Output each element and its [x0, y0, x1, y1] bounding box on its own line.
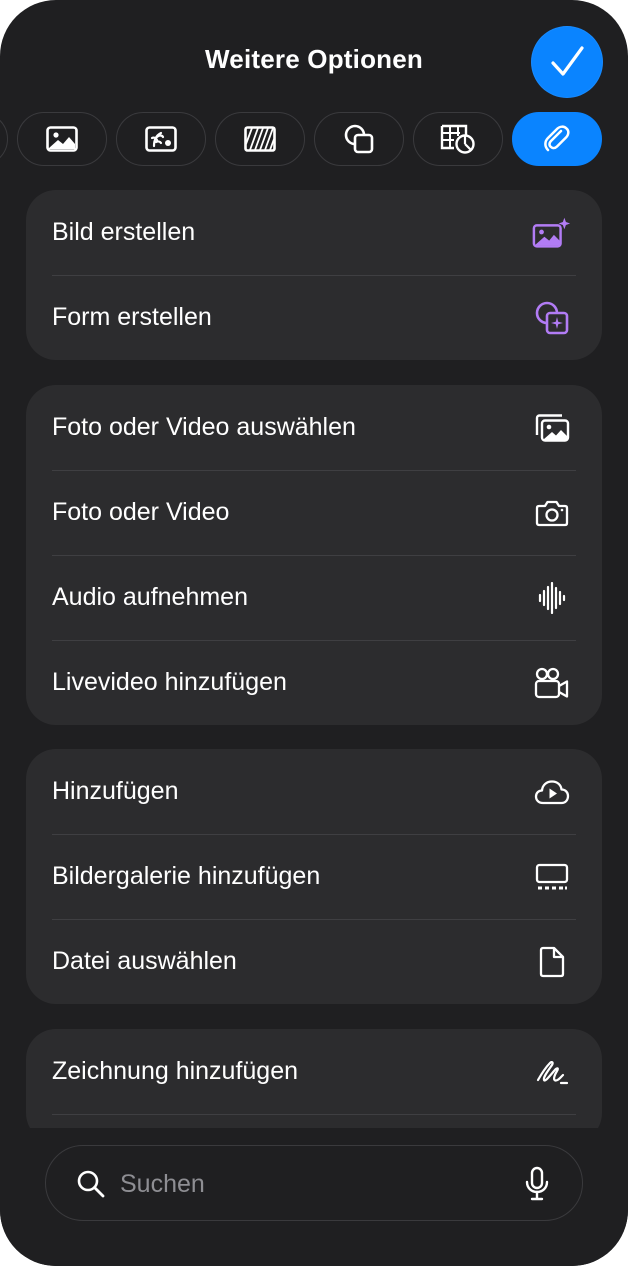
menu-item-label: Form erstellen: [52, 303, 212, 331]
scribble-icon: [532, 1052, 572, 1092]
tab-partial[interactable]: [0, 112, 8, 166]
menu-item-create-shape[interactable]: Form erstellen: [26, 275, 602, 360]
menu-item-label: Bild erstellen: [52, 218, 196, 246]
shapes-icon: [344, 124, 374, 154]
menu-item-label: Datei auswählen: [52, 947, 237, 975]
menu-item-choose-file[interactable]: Datei auswählen: [26, 919, 602, 1004]
video-camera-icon: [532, 663, 572, 703]
cloud-play-icon: [532, 772, 572, 812]
menu-item-add[interactable]: Hinzufügen: [26, 749, 602, 834]
shape-sparkle-icon: [532, 298, 572, 338]
insert-group: Hinzufügen Bildergalerie hinzufügen Date…: [26, 749, 602, 1004]
tab-table-chart[interactable]: [413, 112, 503, 166]
tab-image[interactable]: [17, 112, 107, 166]
photo-library-icon: [532, 408, 572, 448]
more-options-sheet: Weitere Optionen Bild erstellen Form ers…: [0, 0, 628, 1266]
gallery-icon: [532, 857, 572, 897]
menu-item-create-image[interactable]: Bild erstellen: [26, 190, 602, 275]
tab-attachments[interactable]: [512, 112, 602, 166]
image-sparkle-icon: [532, 213, 572, 253]
menu-item-label: Livevideo hinzufügen: [52, 668, 287, 696]
pattern-icon: [244, 126, 276, 152]
waveform-icon: [532, 578, 572, 618]
menu-item-add-live-video[interactable]: Livevideo hinzufügen: [26, 640, 602, 725]
camera-icon: [532, 493, 572, 533]
menu-item-label: Bildergalerie hinzufügen: [52, 862, 321, 890]
paperclip-icon: [544, 125, 570, 152]
tab-media[interactable]: [116, 112, 206, 166]
menu-item-record-audio[interactable]: Audio aufnehmen: [26, 555, 602, 640]
menu-item-label: Hinzufügen: [52, 777, 179, 805]
done-button[interactable]: [531, 26, 603, 98]
media-icon: [145, 126, 177, 152]
tab-pattern[interactable]: [215, 112, 305, 166]
category-tab-bar: [0, 112, 628, 166]
tab-shapes[interactable]: [314, 112, 404, 166]
search-bar[interactable]: [45, 1145, 583, 1221]
document-icon: [532, 942, 572, 982]
search-area: [0, 1128, 628, 1266]
table-chart-icon: [440, 124, 475, 154]
menu-item-add-image-gallery[interactable]: Bildergalerie hinzufügen: [26, 834, 602, 919]
image-icon: [46, 126, 78, 152]
menu-item-label: Audio aufnehmen: [52, 583, 248, 611]
menu-item-choose-photo-video[interactable]: Foto oder Video auswählen: [26, 385, 602, 470]
drawing-group: Zeichnung hinzufügen: [26, 1029, 602, 1143]
menu-item-add-drawing[interactable]: Zeichnung hinzufügen: [26, 1029, 602, 1114]
checkmark-icon: [551, 46, 584, 76]
search-input[interactable]: [120, 1164, 500, 1204]
microphone-icon[interactable]: [524, 1166, 550, 1202]
create-group: Bild erstellen Form erstellen: [26, 190, 602, 360]
menu-item-label: Zeichnung hinzufügen: [52, 1057, 299, 1085]
menu-item-label: Foto oder Video: [52, 498, 230, 526]
menu-item-photo-video[interactable]: Foto oder Video: [26, 470, 602, 555]
media-group: Foto oder Video auswählen Foto oder Vide…: [26, 385, 602, 725]
menu-item-label: Foto oder Video auswählen: [52, 413, 356, 441]
search-icon: [77, 1170, 105, 1198]
